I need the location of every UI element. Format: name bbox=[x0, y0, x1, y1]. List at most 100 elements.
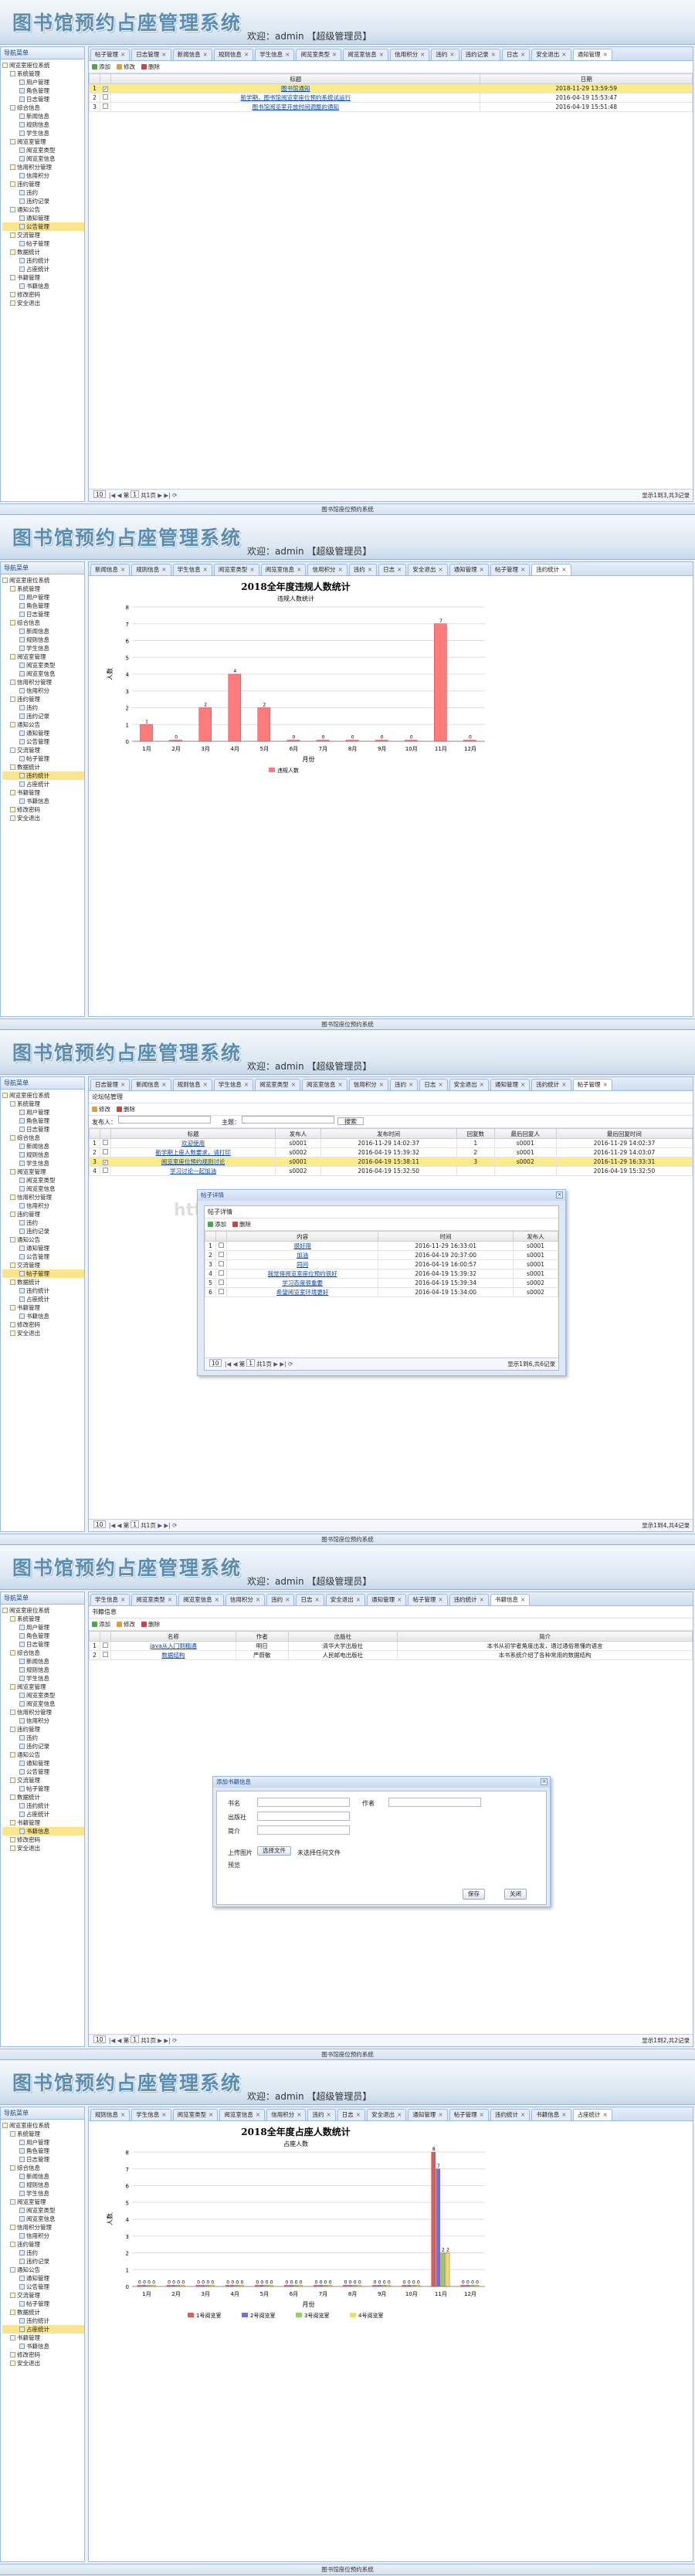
tab-close-icon[interactable]: × bbox=[409, 1081, 413, 1088]
sidebar-item-5[interactable]: 综合信息 bbox=[2, 2164, 84, 2172]
sidebar-item-2[interactable]: 用户管理 bbox=[2, 1623, 84, 1632]
tab-5[interactable]: 信用积分 × bbox=[266, 2109, 307, 2120]
row-title-link[interactable]: 图书馆通知 bbox=[281, 85, 310, 92]
sidebar-item-18[interactable]: 通知管理 bbox=[2, 1759, 84, 1768]
page-size-select[interactable]: 10 bbox=[93, 2035, 106, 2043]
row-checkbox-cell[interactable]: ✓ bbox=[100, 1157, 111, 1167]
tab-close-icon[interactable]: × bbox=[356, 1596, 361, 1603]
sidebar-item-6[interactable]: 新闻信息 bbox=[2, 2172, 84, 2181]
tab-close-icon[interactable]: × bbox=[297, 566, 301, 573]
tab-close-icon[interactable]: × bbox=[120, 1596, 125, 1603]
grid-column-header[interactable]: 日期 bbox=[480, 73, 693, 84]
grid-column-header[interactable] bbox=[100, 73, 111, 84]
first-page-button[interactable]: |◀ bbox=[107, 492, 117, 499]
tab-close-icon[interactable]: × bbox=[520, 566, 525, 573]
page-size-select[interactable]: 10 bbox=[93, 490, 106, 498]
row-checkbox[interactable] bbox=[103, 1652, 108, 1657]
tab-close-icon[interactable]: × bbox=[438, 2111, 442, 2118]
sidebar-item-17[interactable]: 通知公告 bbox=[2, 720, 84, 729]
sidebar-item-26[interactable]: 书籍信息 bbox=[2, 2342, 84, 2351]
toolbar-button-1[interactable]: 添加 bbox=[92, 61, 110, 73]
row-checkbox-cell[interactable] bbox=[215, 1259, 227, 1269]
toolbar-button-1[interactable]: 添加 bbox=[92, 1618, 110, 1630]
tab-5[interactable]: 阅览室类型 × bbox=[255, 1079, 300, 1090]
sidebar-item-28[interactable]: 安全退出 bbox=[2, 814, 84, 822]
close-button[interactable]: 关闭 bbox=[504, 1889, 527, 1900]
row-title-link[interactable]: 新学期，图书馆阅览室座位预约系统试运行 bbox=[240, 94, 351, 101]
sidebar-item-10[interactable]: 阅览室类型 bbox=[2, 1176, 84, 1185]
tab-close-icon[interactable]: × bbox=[285, 1596, 290, 1603]
sidebar-item-14[interactable]: 违约管理 bbox=[2, 180, 84, 188]
tab-close-icon[interactable]: × bbox=[480, 566, 484, 573]
row-checkbox[interactable] bbox=[219, 1261, 224, 1266]
tab-close-icon[interactable]: × bbox=[397, 2111, 402, 2118]
sidebar-item-20[interactable]: 交流管理 bbox=[2, 1776, 84, 1785]
sidebar-item-25[interactable]: 书籍管理 bbox=[2, 1303, 84, 1312]
tab-6[interactable]: 阅览室类型 × bbox=[296, 49, 342, 60]
tab-close-icon[interactable]: × bbox=[520, 1081, 525, 1088]
prev-page-button[interactable]: ◀ bbox=[233, 1361, 239, 1368]
tab-close-icon[interactable]: × bbox=[120, 1081, 125, 1088]
tab-13[interactable]: 通知管理 × bbox=[572, 49, 612, 60]
sidebar-item-14[interactable]: 违约管理 bbox=[2, 1725, 84, 1734]
tab-8[interactable]: 信用积分 × bbox=[390, 49, 430, 60]
tab-4[interactable]: 阅览室类型 × bbox=[213, 564, 259, 575]
grid-column-header[interactable]: 内容 bbox=[225, 1231, 379, 1242]
toolbar-button-1[interactable]: 添加 bbox=[208, 1219, 226, 1230]
row-checkbox[interactable] bbox=[103, 103, 108, 109]
tab-5[interactable]: 学生信息 × bbox=[255, 49, 295, 60]
sidebar-item-25[interactable]: 书籍管理 bbox=[2, 1818, 84, 1827]
sidebar-item-19[interactable]: 公告管理 bbox=[2, 737, 84, 746]
tab-close-icon[interactable]: × bbox=[449, 51, 454, 58]
tab-close-icon[interactable]: × bbox=[520, 51, 525, 58]
sidebar-item-8[interactable]: 学生信息 bbox=[2, 129, 84, 137]
sidebar-item-18[interactable]: 通知管理 bbox=[2, 2274, 84, 2283]
sidebar-item-23[interactable]: 违约统计 bbox=[2, 256, 84, 265]
grid-column-header[interactable]: 作者 bbox=[235, 1631, 289, 1642]
row-checkbox-cell[interactable] bbox=[100, 1138, 111, 1148]
sidebar-item-9[interactable]: 阅览室管理 bbox=[2, 137, 84, 146]
sidebar-item-18[interactable]: 通知管理 bbox=[2, 214, 84, 222]
tab-close-icon[interactable]: × bbox=[368, 566, 372, 573]
tab-9[interactable]: 安全退出 × bbox=[408, 564, 448, 575]
sidebar-item-12[interactable]: 信用积分管理 bbox=[2, 678, 84, 686]
grid-column-header[interactable]: 回复数 bbox=[456, 1128, 495, 1139]
sidebar-item-12[interactable]: 信用积分管理 bbox=[2, 2223, 84, 2232]
sidebar-item-27[interactable]: 修改密码 bbox=[2, 290, 84, 299]
sidebar-item-1[interactable]: 系统管理 bbox=[2, 585, 84, 593]
sidebar-item-28[interactable]: 安全退出 bbox=[2, 2359, 84, 2368]
row-title-link[interactable]: 学习讨论一起加油 bbox=[170, 1168, 216, 1174]
row-checkbox-cell[interactable] bbox=[215, 1278, 227, 1288]
sidebar-item-4[interactable]: 日志管理 bbox=[2, 95, 84, 103]
sidebar-item-9[interactable]: 阅览室管理 bbox=[2, 2198, 84, 2206]
sidebar-item-17[interactable]: 通知公告 bbox=[2, 1235, 84, 1244]
sidebar-item-13[interactable]: 信用积分 bbox=[2, 1717, 84, 1725]
sidebar-item-1[interactable]: 系统管理 bbox=[2, 2130, 84, 2138]
tab-close-icon[interactable]: × bbox=[603, 51, 608, 58]
sidebar-item-7[interactable]: 规则信息 bbox=[2, 1151, 84, 1159]
tab-8[interactable]: 违约 × bbox=[390, 1079, 419, 1090]
tab-4[interactable]: 学生信息 × bbox=[213, 1079, 254, 1090]
tab-close-icon[interactable]: × bbox=[520, 1596, 525, 1603]
next-page-button[interactable]: ▶ bbox=[156, 492, 164, 499]
sidebar-item-8[interactable]: 学生信息 bbox=[2, 644, 84, 652]
sidebar-item-26[interactable]: 书籍信息 bbox=[2, 282, 84, 290]
last-page-button[interactable]: ▶| bbox=[164, 2037, 172, 2044]
grid-column-header[interactable]: 时间 bbox=[378, 1231, 514, 1242]
page-number-input[interactable]: 1 bbox=[131, 2035, 140, 2043]
row-checkbox[interactable] bbox=[219, 1289, 224, 1294]
sidebar-item-23[interactable]: 违约统计 bbox=[2, 2317, 84, 2325]
sidebar-item-2[interactable]: 用户管理 bbox=[2, 2138, 84, 2147]
row-checkbox[interactable] bbox=[103, 1140, 108, 1145]
sidebar-item-26[interactable]: 书籍信息 bbox=[2, 797, 84, 805]
row-checkbox[interactable] bbox=[103, 94, 108, 100]
sidebar-item-27[interactable]: 修改密码 bbox=[2, 805, 84, 814]
sidebar-item-13[interactable]: 信用积分 bbox=[2, 686, 84, 695]
tab-close-icon[interactable]: × bbox=[337, 1081, 342, 1088]
tab-close-icon[interactable]: × bbox=[337, 566, 342, 573]
tab-close-icon[interactable]: × bbox=[491, 51, 496, 58]
tab-close-icon[interactable]: × bbox=[438, 566, 442, 573]
sidebar-item-13[interactable]: 信用积分 bbox=[2, 2232, 84, 2240]
sidebar-item-15[interactable]: 违约 bbox=[2, 188, 84, 197]
sidebar-item-20[interactable]: 交流管理 bbox=[2, 2291, 84, 2300]
